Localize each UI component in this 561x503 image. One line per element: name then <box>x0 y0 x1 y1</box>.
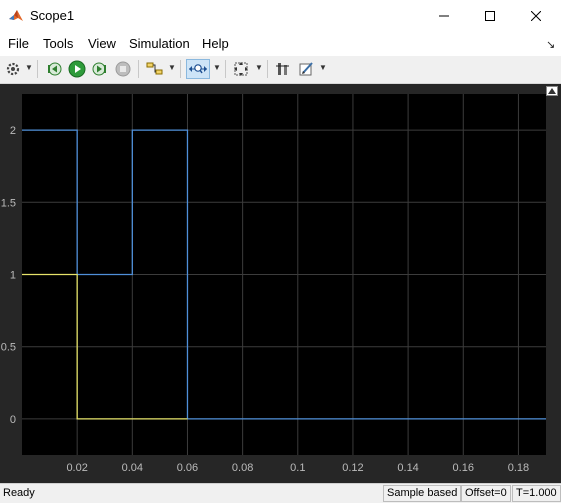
maximize-button[interactable] <box>467 0 513 32</box>
x-tick-label: 0.04 <box>122 462 143 474</box>
plot-frame: 0.02 0.04 0.06 0.08 0.1 0.12 0.14 0.16 0.18 0 0.5 1… <box>0 84 561 483</box>
step-back-icon[interactable] <box>44 59 64 79</box>
y-tick-label: 1 <box>10 270 16 282</box>
minimize-button[interactable] <box>421 0 467 32</box>
y-tick-label: 0 <box>10 414 16 426</box>
cursor-measurements-icon[interactable] <box>273 59 293 79</box>
settings-icon[interactable] <box>3 59 23 79</box>
fit-dropdown-icon[interactable]: ▼ <box>255 63 263 72</box>
style-dropdown-icon[interactable]: ▼ <box>319 63 327 72</box>
fit-to-view-icon[interactable] <box>231 59 251 79</box>
x-tick-label: 0.12 <box>342 462 363 474</box>
status-time: T=1.000 <box>512 485 561 502</box>
menu-view[interactable]: View <box>88 36 116 51</box>
toolbar-separator <box>138 60 139 78</box>
y-tick-label: 2 <box>10 125 16 137</box>
toolbar-separator <box>180 60 181 78</box>
menu-simulation[interactable]: Simulation <box>129 36 190 51</box>
menu-tools[interactable]: Tools <box>43 36 73 51</box>
run-icon[interactable] <box>67 59 87 79</box>
matlab-logo-icon <box>8 8 24 24</box>
y-tick-label: 1.5 <box>1 197 16 209</box>
toolbar-separator <box>37 60 38 78</box>
status-bar: Ready Sample based Offset=0 T=1.000 <box>0 483 561 503</box>
close-button[interactable] <box>513 0 559 32</box>
x-tick-label: 0.02 <box>66 462 87 474</box>
menu-help[interactable]: Help <box>202 36 229 51</box>
highlight-dropdown-icon[interactable]: ▼ <box>168 63 176 72</box>
x-tick-label: 0.08 <box>232 462 253 474</box>
step-forward-icon[interactable] <box>90 59 110 79</box>
window-title: Scope1 <box>30 8 75 23</box>
stop-icon[interactable] <box>113 59 133 79</box>
menu-dock-arrow-icon[interactable]: ↘ <box>546 38 555 51</box>
menu-bar: File Tools View Simulation Help ↘ <box>0 32 561 56</box>
style-icon[interactable] <box>296 59 316 79</box>
x-tick-label: 0.1 <box>290 462 305 474</box>
y-tick-label: 0.5 <box>1 342 16 354</box>
menu-file[interactable]: File <box>8 36 29 51</box>
title-bar[interactable]: Scope1 <box>0 0 561 32</box>
scope-window: Scope1 File Tools View Simulation Help ↘… <box>0 0 561 503</box>
zoom-dropdown-icon[interactable]: ▼ <box>213 63 221 72</box>
toolbar-separator <box>267 60 268 78</box>
undock-axes-button[interactable] <box>546 86 558 96</box>
highlight-block-icon[interactable] <box>145 59 165 79</box>
settings-dropdown-icon[interactable]: ▼ <box>25 63 33 72</box>
toolbar-separator <box>225 60 226 78</box>
toolbar: ▼ ▼ ▼ ▼ ▼ <box>0 56 561 84</box>
status-offset: Offset=0 <box>461 485 511 502</box>
scope-plot[interactable]: 0.02 0.04 0.06 0.08 0.1 0.12 0.14 0.16 0.18 0 0.5 1… <box>0 84 561 483</box>
x-tick-label: 0.06 <box>177 462 198 474</box>
status-sample-mode: Sample based <box>383 485 462 502</box>
zoom-time-icon[interactable] <box>186 59 210 79</box>
x-tick-label: 0.14 <box>397 462 418 474</box>
x-tick-label: 0.16 <box>453 462 474 474</box>
x-tick-label: 0.18 <box>508 462 529 474</box>
status-ready: Ready <box>3 487 35 499</box>
